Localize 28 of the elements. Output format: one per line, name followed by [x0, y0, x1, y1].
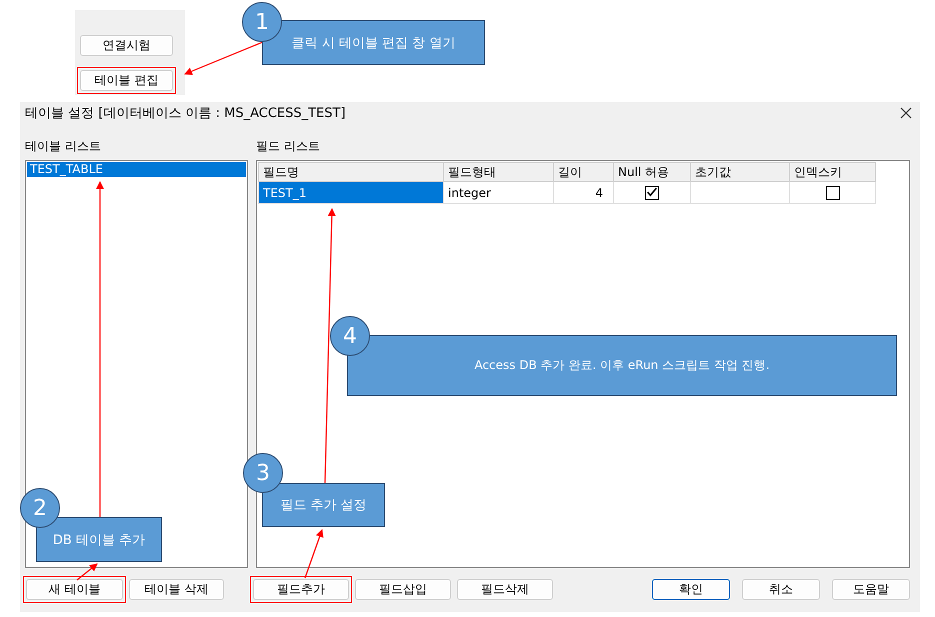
list-item[interactable]: TEST_TABLE: [27, 162, 246, 177]
field-button[interactable]: 필드삽입: [355, 579, 451, 600]
section-label: 테이블 리스트: [25, 138, 102, 155]
dialog-button[interactable]: 도움말: [832, 579, 910, 600]
checkbox[interactable]: [645, 186, 659, 200]
column-header: 초기값: [690, 162, 790, 182]
table-cell[interactable]: TEST_1: [258, 182, 444, 204]
callout-note: DB 테이블 추가: [36, 517, 162, 562]
checkbox[interactable]: [826, 186, 840, 200]
field-button[interactable]: 필드추가: [253, 579, 349, 600]
panel-button[interactable]: 테이블 편집: [80, 70, 173, 91]
table-cell: integer: [444, 182, 554, 204]
close-icon[interactable]: [900, 107, 912, 119]
callout-note: 필드 추가 설정: [262, 483, 385, 527]
section-label: 필드 리스트: [256, 138, 321, 155]
column-header: 필드형태: [444, 162, 554, 182]
window-title: 테이블 설정 [데이터베이스 이름 : MS_ACCESS_TEST]: [25, 105, 346, 122]
table-button[interactable]: 새 테이블: [26, 579, 123, 600]
field-button[interactable]: 필드삭제: [457, 579, 553, 600]
dialog-button[interactable]: 취소: [742, 579, 820, 600]
table-button[interactable]: 테이블 삭제: [129, 579, 224, 600]
panel-button[interactable]: 연결시험: [80, 35, 173, 56]
column-header: Null 허용: [614, 162, 690, 182]
column-header: 필드명: [258, 162, 444, 182]
dialog-button[interactable]: 확인: [652, 579, 730, 600]
table-cell: 4: [554, 182, 614, 204]
column-header: 길이: [554, 162, 614, 182]
column-header: 인덱스키: [790, 162, 876, 182]
